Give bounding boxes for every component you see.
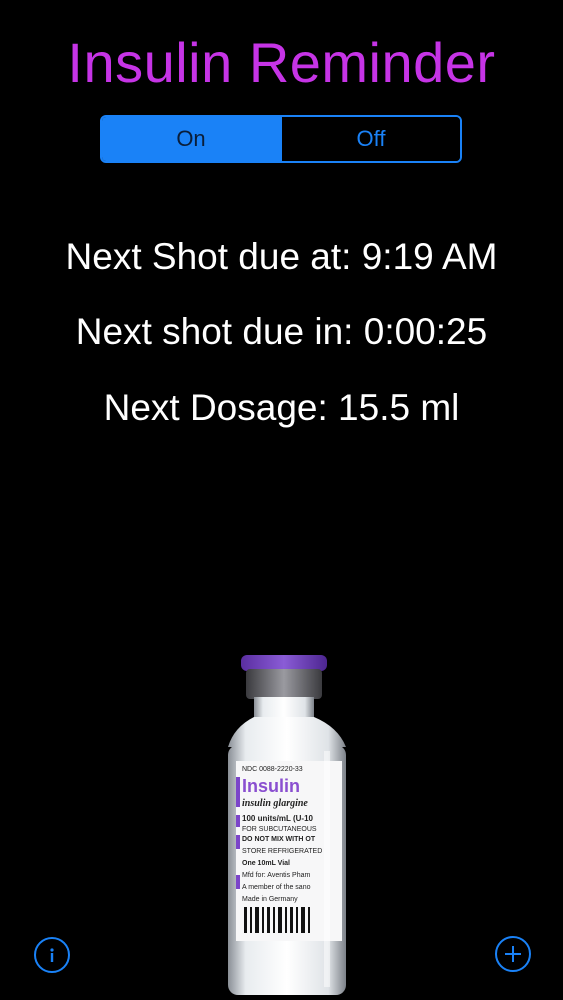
- vial-brand: Insulin: [242, 776, 300, 796]
- next-dosage: Next Dosage: 15.5 ml: [103, 387, 460, 428]
- toggle-off-segment[interactable]: Off: [280, 117, 460, 161]
- vial-line6: Mfd for: Aventis Pham: [242, 872, 311, 879]
- vial-line5: One 10mL Vial: [242, 860, 290, 867]
- vial-ndc: NDC 0088-2220-33: [242, 766, 303, 773]
- vial-line1: 100 units/mL (U-10: [242, 814, 314, 823]
- vial-line2: FOR SUBCUTANEOUS: [242, 826, 317, 833]
- add-button[interactable]: [495, 936, 531, 972]
- insulin-vial-image: NDC 0088-2220-33 Insulin insulin glargin…: [228, 655, 346, 995]
- vial-line8: Made in Germany: [242, 896, 298, 903]
- plus-icon: [505, 946, 521, 962]
- vial-line3: DO NOT MIX WITH OT: [242, 836, 316, 843]
- reminder-toggle[interactable]: On Off: [100, 115, 462, 163]
- vial-generic: insulin glargine: [242, 798, 308, 809]
- vial-line7: A member of the sano: [242, 884, 311, 891]
- toggle-on-segment[interactable]: On: [102, 117, 280, 161]
- next-shot-time: Next Shot due at: 9:19 AM: [65, 236, 498, 277]
- app-title: Insulin Reminder: [67, 31, 496, 94]
- vial-line4: STORE REFRIGERATED: [242, 848, 322, 855]
- info-icon: [50, 948, 54, 962]
- next-shot-countdown: Next shot due in: 0:00:25: [75, 311, 488, 352]
- app-screen: Insulin Reminder On Off Next Shot due at…: [0, 0, 563, 1000]
- info-button[interactable]: [34, 937, 70, 973]
